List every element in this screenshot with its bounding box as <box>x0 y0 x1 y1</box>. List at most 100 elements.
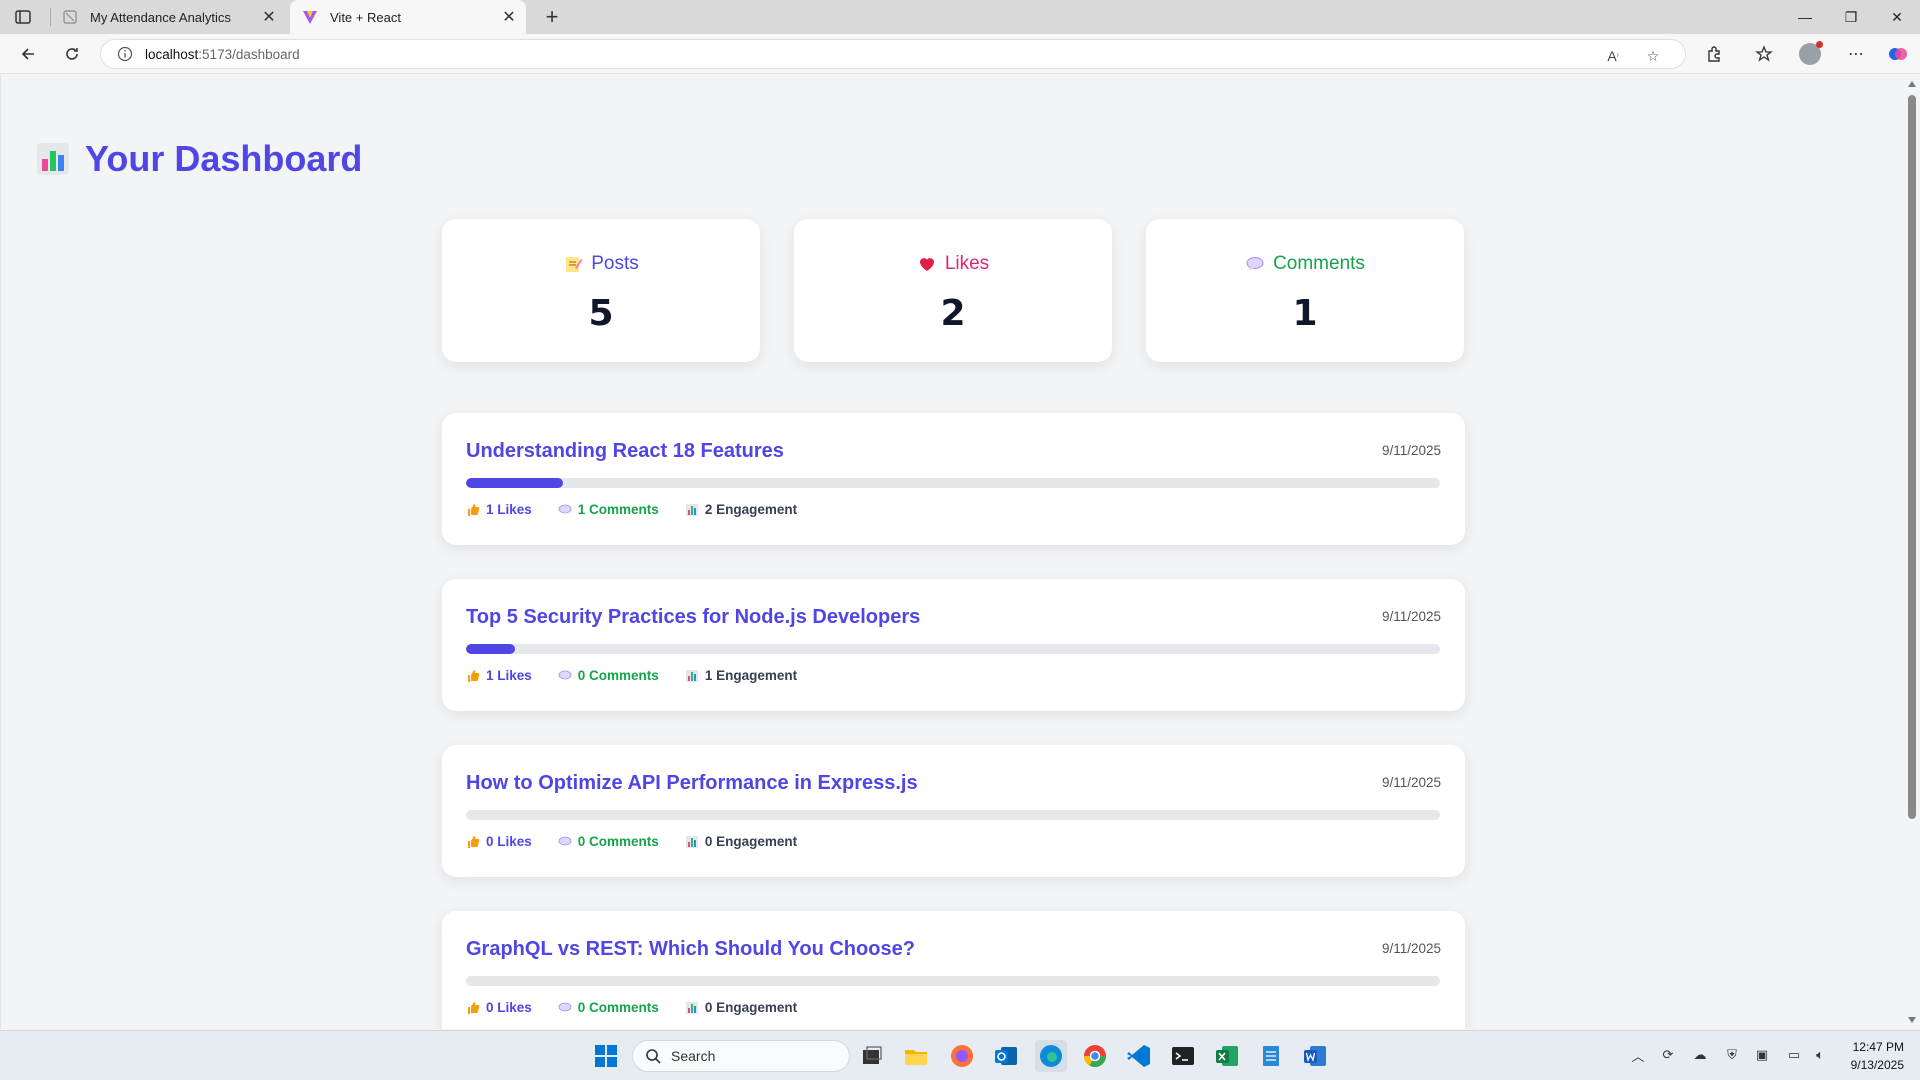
likes-count: 1 Likes <box>466 668 532 683</box>
engagement-bar-fill <box>466 644 515 654</box>
post-meta: 0 Likes 0 Comments 0 Engagement <box>466 1000 797 1015</box>
thumbs-up-icon <box>468 503 480 516</box>
restore-icon[interactable]: ❐ <box>1828 0 1874 34</box>
app-tray-icon[interactable]: ▣ <box>1752 1045 1772 1065</box>
terminal-icon[interactable] <box>1167 1040 1199 1072</box>
thumbs-up-icon <box>468 1001 480 1014</box>
search-icon <box>646 1049 661 1064</box>
edge-icon[interactable] <box>1035 1040 1067 1072</box>
tab-strip: My Attendance Analytics ✕ Vite + React ✕… <box>0 0 1920 34</box>
windows-start-icon[interactable] <box>590 1040 622 1072</box>
stat-label: Comments <box>1146 253 1464 275</box>
likes-count: 0 Likes <box>466 1000 532 1015</box>
post-meta: 1 Likes 1 Comments 2 Engagement <box>466 502 797 517</box>
post-card[interactable]: Understanding React 18 Features 9/11/202… <box>442 413 1465 545</box>
post-title[interactable]: Understanding React 18 Features <box>466 440 784 463</box>
tab-attendance-analytics[interactable]: My Attendance Analytics ✕ <box>50 0 286 34</box>
scrollbar-thumb[interactable] <box>1908 95 1916 819</box>
windows-taskbar: Search ︿ ⟳ ☁ ⛨ ▣ ▭ 🔈︎ 12:47 PM 9/13/2025 <box>0 1030 1920 1080</box>
excel-icon[interactable] <box>1211 1040 1243 1072</box>
vscode-icon[interactable] <box>1123 1040 1155 1072</box>
page-scrollbar[interactable] <box>1904 75 1920 1029</box>
post-date: 9/11/2025 <box>1381 775 1441 790</box>
engagement-bar <box>466 644 1440 654</box>
vite-logo-icon <box>302 9 318 25</box>
sync-icon[interactable]: ⟳ <box>1658 1045 1678 1065</box>
thumbs-up-icon <box>468 835 480 848</box>
post-title[interactable]: GraphQL vs REST: Which Should You Choose… <box>466 938 915 961</box>
task-view-icon[interactable] <box>856 1040 888 1072</box>
post-card[interactable]: How to Optimize API Performance in Expre… <box>442 745 1465 877</box>
display-icon[interactable]: ▭ <box>1784 1045 1804 1065</box>
new-tab-button[interactable]: + <box>540 4 564 29</box>
engagement-count: 2 Engagement <box>685 502 797 517</box>
thumbs-up-icon <box>468 669 480 682</box>
read-aloud-icon[interactable]: A ⁾ <box>1601 44 1625 68</box>
bar-chart-icon <box>685 669 698 682</box>
back-button[interactable] <box>14 40 42 68</box>
favorite-star-icon[interactable]: ☆ <box>1641 44 1665 68</box>
stat-card-likes: Likes 2 <box>794 219 1112 362</box>
engagement-bar <box>466 478 1440 488</box>
onedrive-icon[interactable]: ☁ <box>1690 1045 1710 1065</box>
outlook-icon[interactable] <box>990 1040 1022 1072</box>
bar-chart-icon <box>685 835 698 848</box>
notepad-icon[interactable] <box>1255 1040 1287 1072</box>
profile-avatar[interactable] <box>1796 40 1824 68</box>
refresh-button[interactable] <box>58 40 86 68</box>
close-window-icon[interactable]: ✕ <box>1874 0 1920 34</box>
post-meta: 1 Likes 0 Comments 1 Engagement <box>466 668 797 683</box>
tab-actions-icon[interactable] <box>14 8 32 26</box>
browser-toolbar: localhost:5173/dashboard A ⁾ ☆ ⋯ <box>0 34 1920 74</box>
post-card[interactable]: GraphQL vs REST: Which Should You Choose… <box>442 911 1465 1029</box>
post-date: 9/11/2025 <box>1381 443 1441 458</box>
post-meta: 0 Likes 0 Comments 0 Engagement <box>466 834 797 849</box>
bar-chart-icon <box>685 1001 698 1014</box>
stat-value-comments: 1 <box>1292 293 1318 334</box>
volume-icon[interactable]: 🔈︎ <box>1810 1045 1830 1065</box>
blank-page-icon <box>62 9 78 25</box>
extensions-icon[interactable] <box>1700 40 1728 68</box>
stat-value-posts: 5 <box>588 293 614 334</box>
tab-vite-react[interactable]: Vite + React ✕ <box>290 0 526 34</box>
word-icon[interactable] <box>1299 1040 1331 1072</box>
comments-count: 0 Comments <box>558 834 659 849</box>
engagement-count: 1 Engagement <box>685 668 797 683</box>
post-date: 9/11/2025 <box>1381 609 1441 624</box>
speech-bubble-icon <box>558 1002 572 1011</box>
tab-title: Vite + React <box>330 9 401 25</box>
address-bar[interactable]: localhost:5173/dashboard A ⁾ ☆ <box>100 39 1686 69</box>
comments-count: 0 Comments <box>558 668 659 683</box>
speech-bubble-icon <box>558 504 572 513</box>
file-explorer-icon[interactable] <box>900 1040 932 1072</box>
engagement-count: 0 Engagement <box>685 1000 797 1015</box>
url-text: localhost:5173/dashboard <box>145 46 300 62</box>
stat-card-posts: Posts 5 <box>442 219 760 362</box>
copilot-icon[interactable] <box>1884 40 1912 68</box>
taskbar-search-input[interactable]: Search <box>632 1040 850 1072</box>
engagement-bar <box>466 976 1440 986</box>
speech-bubble-icon <box>1246 257 1264 271</box>
page-title: Your Dashboard <box>35 138 362 180</box>
post-title[interactable]: How to Optimize API Performance in Expre… <box>466 772 918 795</box>
engagement-count: 0 Engagement <box>685 834 797 849</box>
post-title[interactable]: Top 5 Security Practices for Node.js Dev… <box>466 606 920 629</box>
minimize-icon[interactable]: — <box>1782 0 1828 34</box>
favorites-icon[interactable] <box>1750 40 1778 68</box>
arrow-left-icon <box>21 48 34 60</box>
heart-icon <box>919 258 934 271</box>
scroll-up-arrow-icon[interactable] <box>1908 81 1916 87</box>
chrome-icon[interactable] <box>1079 1040 1111 1072</box>
show-hidden-icons-icon[interactable]: ︿ <box>1628 1045 1648 1065</box>
stat-label: Posts <box>442 253 760 275</box>
scroll-down-arrow-icon[interactable] <box>1908 1017 1916 1023</box>
close-tab-icon[interactable]: ✕ <box>498 6 520 28</box>
firefox-icon[interactable] <box>946 1040 978 1072</box>
info-icon <box>117 46 133 62</box>
post-card[interactable]: Top 5 Security Practices for Node.js Dev… <box>442 579 1465 711</box>
likes-count: 0 Likes <box>466 834 532 849</box>
security-shield-icon[interactable]: ⛨ <box>1722 1045 1742 1065</box>
more-options-icon[interactable]: ⋯ <box>1842 40 1870 68</box>
close-tab-icon[interactable]: ✕ <box>258 6 280 28</box>
system-clock[interactable]: 12:47 PM 9/13/2025 <box>1851 1038 1904 1074</box>
